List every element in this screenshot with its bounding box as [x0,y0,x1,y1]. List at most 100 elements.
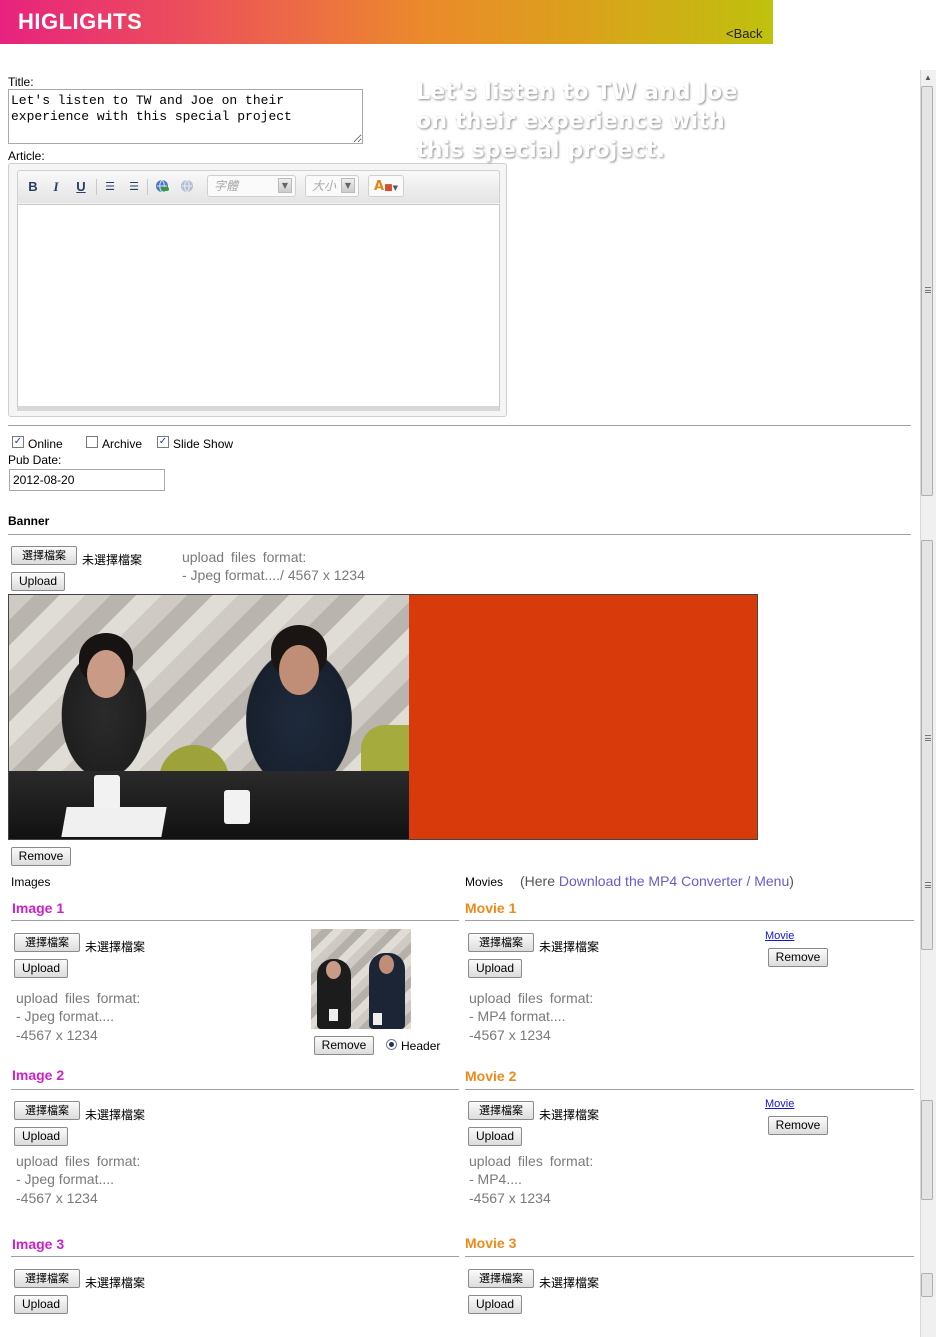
movie-2-no-file-text: 未選擇檔案 [539,1108,600,1122]
image-1-upload-button[interactable]: Upload [14,959,68,978]
text-color-button[interactable]: A■▼ [368,175,404,197]
image-2-title: Image 2 [12,1067,65,1083]
scrollbar-thumb[interactable] [921,540,933,950]
archive-label: Archive [102,437,143,451]
image-1-format-line2: - Jpeg format.... [16,1008,115,1024]
movie-2-choose-file-button[interactable]: 選擇檔案 [468,1101,534,1120]
movie-2-link[interactable]: Movie [765,1098,794,1110]
movie-1-remove-button[interactable]: Remove [768,948,828,967]
download-converter-link[interactable]: Download the MP4 Converter / Menu [559,873,789,889]
banner-heading: Banner [8,514,50,528]
image-1-remove-button[interactable]: Remove [314,1036,374,1055]
unordered-list-icon[interactable]: ☰ [125,178,143,196]
banner-remove-button[interactable]: Remove [11,847,71,866]
scrollbar-thumb[interactable] [921,1100,933,1200]
converter-note-prefix: (Here [520,873,559,889]
movie-1-format-line1: upload files format: [469,990,594,1006]
image-2-format-line3: -4567 x 1234 [16,1190,98,1206]
cup-shape [94,775,120,809]
divider [465,1089,914,1090]
font-family-placeholder: 字體 [214,179,239,193]
font-size-placeholder: 大小 [312,179,337,193]
font-size-select[interactable]: 大小 ▼ [305,175,359,197]
image-1-thumbnail [311,929,411,1029]
image-1-title: Image 1 [12,900,65,916]
banner-upload-button[interactable]: Upload [11,572,65,591]
banner-image [8,594,758,840]
image-3-choose-file-button[interactable]: 選擇檔案 [14,1269,80,1288]
cup-shape [224,790,250,824]
person-shape [279,645,319,695]
online-checkbox[interactable]: ✓ [12,436,24,448]
movie-2-title: Movie 2 [465,1068,517,1084]
archive-checkbox[interactable] [86,436,98,448]
movie-2-format-line2: - MP4.... [469,1171,522,1187]
image-1-choose-file-button[interactable]: 選擇檔案 [14,933,80,952]
image-3-upload-button[interactable]: Upload [14,1295,68,1314]
divider [11,920,459,921]
movie-1-title: Movie 1 [465,900,517,916]
online-label: Online [28,437,63,451]
header-radio[interactable] [386,1039,397,1050]
slideshow-label: Slide Show [173,437,234,451]
ordered-list-icon[interactable]: ☰ [101,178,119,196]
italic-icon[interactable]: I [47,178,65,196]
movie-1-link[interactable]: Movie [765,930,794,942]
divider [465,1256,914,1257]
title-textarea[interactable]: Let's listen to TW and Joe on their expe… [8,89,363,144]
pub-date-input[interactable]: 2012-08-20 [9,469,165,491]
divider [11,1256,459,1257]
divider [8,534,911,535]
paper-shape [61,807,167,837]
movie-1-no-file-text: 未選擇檔案 [539,940,600,954]
movies-heading: Movies [465,875,504,889]
bold-icon[interactable]: B [24,178,42,196]
banner-photo [9,595,409,839]
image-3-no-file-text: 未選擇檔案 [85,1276,146,1290]
movie-1-format-line2: - MP4 format.... [469,1008,566,1024]
image-2-upload-button[interactable]: Upload [14,1127,68,1146]
banner-choose-file-button[interactable]: 選擇檔案 [11,546,77,565]
movie-1-upload-button[interactable]: Upload [468,959,522,978]
color-swatch-icon: ■ [384,183,393,193]
movie-2-format-line1: upload files format: [469,1153,594,1169]
image-1-format-line3: -4567 x 1234 [16,1027,98,1043]
grip-icon [925,287,931,293]
movie-2-upload-button[interactable]: Upload [468,1127,522,1146]
movie-2-remove-button[interactable]: Remove [768,1116,828,1135]
back-link[interactable]: <Back [726,26,763,41]
images-heading: Images [11,875,51,889]
converter-note: (Here Download the MP4 Converter / Menu) [520,873,794,889]
pub-date-label: Pub Date: [8,453,62,467]
image-2-choose-file-button[interactable]: 選擇檔案 [14,1101,80,1120]
movie-1-choose-file-button[interactable]: 選擇檔案 [468,933,534,952]
slideshow-checkbox[interactable]: ✓ [157,436,169,448]
chevron-down-icon: ▼ [278,178,292,193]
divider [11,1089,459,1090]
scroll-up-arrow-icon[interactable]: ▲ [922,72,934,84]
image-2-no-file-text: 未選擇檔案 [85,1108,146,1122]
banner-caption: Let's listen to TW and Joe on their expe… [416,80,738,163]
text-color-icon: A [374,179,385,194]
scrollbar-thumb[interactable] [921,1273,933,1297]
cup-shape [373,1013,382,1025]
article-content-area[interactable] [17,204,500,411]
movie-1-format-line3: -4567 x 1234 [469,1027,551,1043]
image-1-no-file-text: 未選擇檔案 [85,940,146,954]
font-family-select[interactable]: 字體 ▼ [207,175,296,197]
movie-3-choose-file-button[interactable]: 選擇檔案 [468,1269,534,1288]
divider [465,920,914,921]
underline-icon[interactable]: U [72,178,90,196]
person-shape [326,961,341,979]
banner-red-panel [409,595,757,839]
page-title: HIGLIGHTS [18,9,143,34]
image-2-format-line1: upload files format: [16,1153,141,1169]
cup-shape [329,1009,338,1021]
insert-link-icon[interactable] [153,178,171,196]
movie-3-upload-button[interactable]: Upload [468,1295,522,1314]
grip-icon [925,882,931,888]
unlink-icon[interactable] [178,178,196,196]
divider [8,425,911,426]
chevron-down-icon: ▼ [392,184,398,192]
movie-3-title: Movie 3 [465,1235,517,1251]
